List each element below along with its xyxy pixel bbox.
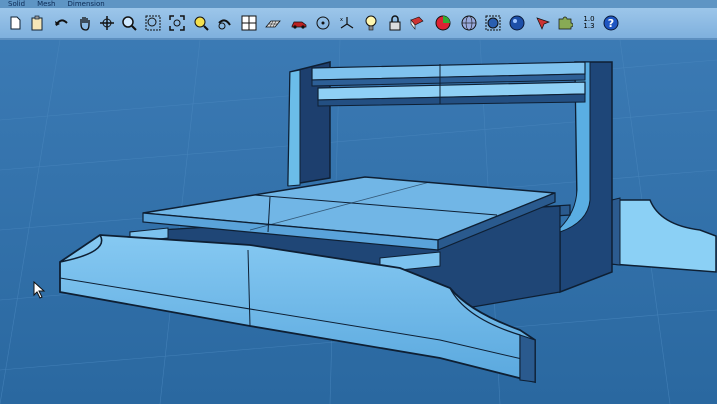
rotate-view-icon[interactable] xyxy=(98,14,116,32)
new-document-icon[interactable] xyxy=(6,14,24,32)
number-format-icon[interactable]: 1.0 1.3 xyxy=(580,14,598,32)
help-label: ? xyxy=(607,16,615,30)
number-format-bottom: 1.3 xyxy=(583,22,595,30)
3d-viewport[interactable] xyxy=(0,39,717,404)
undo-icon[interactable] xyxy=(52,14,70,32)
blue-sphere-icon[interactable] xyxy=(484,14,502,32)
menu-solid[interactable]: Solid xyxy=(8,0,25,8)
cad-window: Solid Mesh Dimension x 1.0 1.3 ? xyxy=(0,0,717,404)
redo-view-icon[interactable] xyxy=(216,14,234,32)
globe-icon[interactable] xyxy=(460,14,478,32)
grid-plane-icon[interactable] xyxy=(264,14,282,32)
lock-icon[interactable] xyxy=(386,14,404,32)
four-viewports-icon[interactable] xyxy=(240,14,258,32)
menu-bar: Solid Mesh Dimension xyxy=(0,0,717,8)
pan-hand-icon[interactable] xyxy=(76,14,94,32)
red-material-icon[interactable] xyxy=(408,14,426,32)
left-column-face xyxy=(287,69,301,187)
clipboard-icon[interactable] xyxy=(28,14,46,32)
right-end-bracket-side xyxy=(611,197,621,266)
svg-text:x: x xyxy=(340,17,343,23)
arrow-pointer-icon[interactable] xyxy=(534,14,552,32)
zoom-selected-icon[interactable] xyxy=(192,14,210,32)
main-toolbar: x 1.0 1.3 ? xyxy=(0,8,717,40)
mouse-pointer-icon xyxy=(33,280,47,303)
zoom-extents-icon[interactable] xyxy=(168,14,186,32)
light-bulb-icon[interactable] xyxy=(362,14,380,32)
zoom-icon[interactable] xyxy=(120,14,138,32)
menu-mesh[interactable]: Mesh xyxy=(37,0,55,8)
puzzle-plugin-icon[interactable] xyxy=(556,14,574,32)
rendered-sphere-icon[interactable] xyxy=(434,14,452,32)
target-point-icon[interactable] xyxy=(314,14,332,32)
blue-sphere-icon[interactable] xyxy=(508,14,526,32)
help-icon[interactable]: ? xyxy=(602,14,620,32)
coordinate-axes-icon[interactable]: x xyxy=(338,14,356,32)
model-canvas xyxy=(0,39,717,404)
car-icon[interactable] xyxy=(290,14,308,32)
zoom-window-icon[interactable] xyxy=(144,14,162,32)
menu-dimension[interactable]: Dimension xyxy=(68,0,105,8)
